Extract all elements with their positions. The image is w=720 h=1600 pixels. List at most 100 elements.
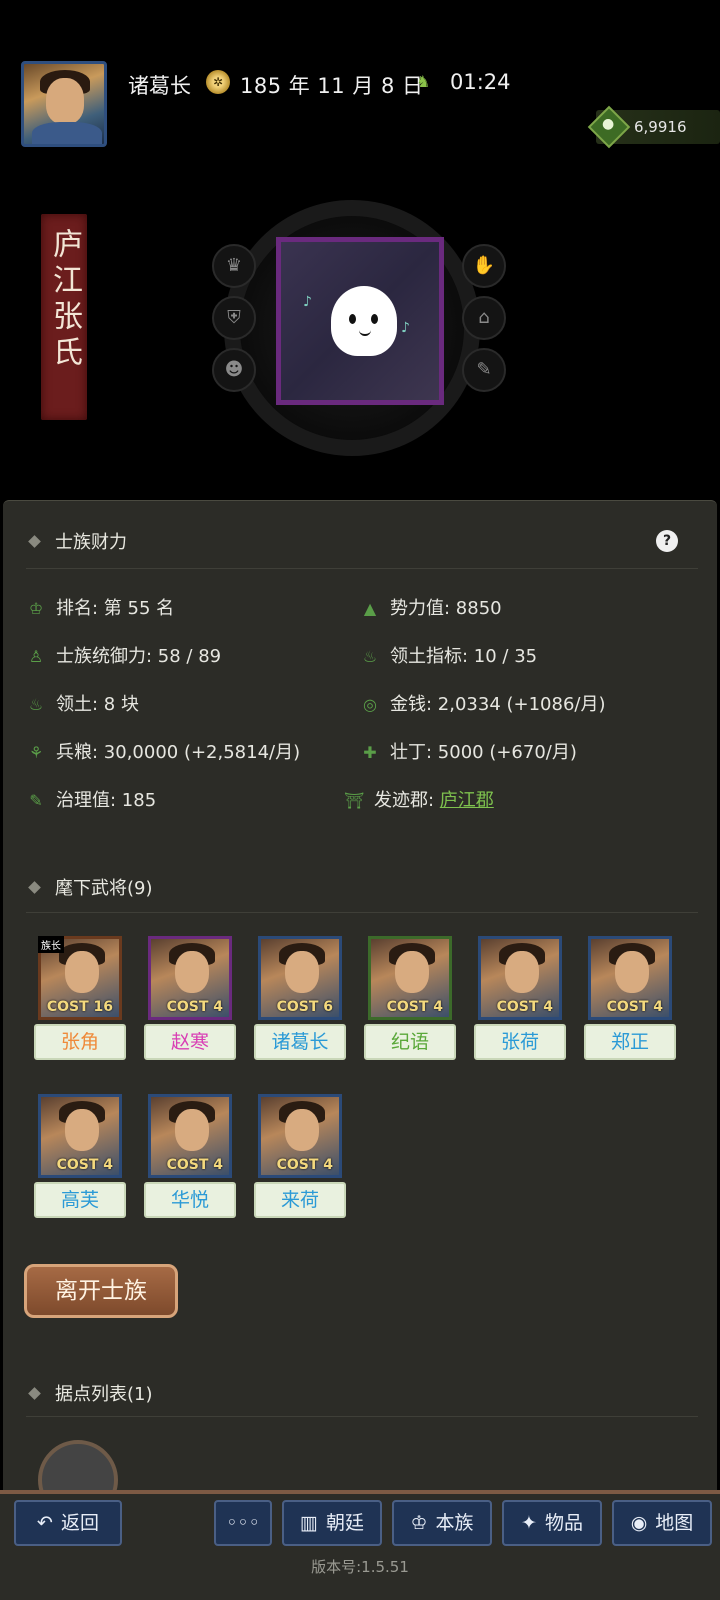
general-card[interactable]: COST 4 郑正 (584, 936, 676, 1060)
horse-icon: ♞ (416, 72, 431, 91)
general-name: 诸葛长 (254, 1024, 346, 1060)
general-cost: COST 4 (56, 1157, 113, 1173)
general-portrait: COST 4 (148, 1094, 232, 1178)
general-cost: COST 16 (46, 999, 113, 1015)
sparkle-icon: ♪ (303, 294, 312, 310)
general-cost: COST 4 (166, 1157, 223, 1173)
general-card[interactable]: COST 4 高芙 (34, 1094, 126, 1218)
clan-button[interactable]: ♔ 本族 (392, 1500, 492, 1546)
ghost-eye (349, 314, 356, 324)
portrait-face (285, 1109, 319, 1151)
general-cost: COST 4 (276, 1157, 333, 1173)
portrait-face (175, 951, 209, 993)
strongholds-section-title: 据点列表(1) (26, 1380, 153, 1406)
hand-seed-icon[interactable]: ✋ (462, 244, 506, 288)
money-bag-icon: ● (602, 116, 615, 132)
helmet-icon[interactable]: ⛨ (212, 296, 256, 340)
general-card[interactable]: COST 6 诸葛长 (254, 936, 346, 1060)
stat-power: ▲ 势力值: 8850 (360, 594, 502, 620)
portrait-face (175, 1109, 209, 1151)
general-portrait: COST 4 (148, 936, 232, 1020)
general-portrait: COST 4 (588, 936, 672, 1020)
stat-territory-index: ♨ 领土指标: 10 / 35 (360, 642, 537, 668)
stat-food: ⚘ 兵粮: 30,0000 (+2,5814/月) (26, 738, 300, 764)
game-date: 185 年 11 月 8 日 (240, 74, 424, 98)
land-icon: ♨ (362, 647, 378, 666)
general-cost: COST 6 (276, 999, 333, 1015)
more-button[interactable]: ◦◦◦ (214, 1500, 272, 1546)
general-card[interactable]: COST 4 纪语 (364, 936, 456, 1060)
divider (26, 568, 698, 569)
globe-icon: ◉ (630, 1512, 648, 1534)
stat-money: ◎ 金钱: 2,0334 (+1086/月) (360, 690, 605, 716)
crown-icon[interactable]: ♛ (212, 244, 256, 288)
currency-amount: 6,9916 (634, 118, 687, 136)
general-name: 张角 (34, 1024, 126, 1060)
general-cost: COST 4 (606, 999, 663, 1015)
general-name: 张荷 (474, 1024, 566, 1060)
currency-display[interactable]: ● 6,9916 (587, 105, 720, 149)
clan-name: 庐江张氏 (47, 228, 82, 372)
player-name: 诸葛长 (128, 74, 191, 98)
clan-icon: ♔ (410, 1512, 428, 1534)
mountain-icon: ▲ (363, 599, 377, 618)
calendar-coin-icon: ✲ (206, 70, 230, 94)
items-icon: ✦ (521, 1512, 537, 1534)
general-name: 纪语 (364, 1024, 456, 1060)
general-cost: COST 4 (166, 999, 223, 1015)
ghost-mouth (359, 330, 371, 336)
version-text: 版本号:1.5.51 (311, 1558, 409, 1576)
strongman-icon: ✚ (363, 743, 377, 762)
origin-link[interactable]: 庐江郡 (440, 790, 494, 811)
portrait-face (285, 951, 319, 993)
portrait-face (505, 951, 539, 993)
divider (26, 912, 698, 913)
general-portrait: COST 4 (38, 1094, 122, 1178)
sparkle-icon: ♪ (401, 320, 410, 336)
general-card[interactable]: COST 4 华悦 (144, 1094, 236, 1218)
stat-control: ♙ 士族统御力: 58 / 89 (26, 642, 221, 668)
coins-icon: ◎ (363, 695, 377, 714)
clan-emblem[interactable]: ♪ ♪ (276, 237, 444, 405)
general-card[interactable]: COST 4 赵寒 (144, 936, 236, 1060)
general-card[interactable]: COST 4 张荷 (474, 936, 566, 1060)
items-button[interactable]: ✦ 物品 (502, 1500, 602, 1546)
graduation-cap-icon[interactable]: ✎ (462, 348, 506, 392)
general-card[interactable]: COST 16 族长张角 (34, 936, 126, 1060)
back-arrow-icon: ↶ (37, 1512, 53, 1534)
leave-clan-button[interactable]: 离开士族 (24, 1264, 178, 1318)
leader-badge: 族长 (38, 936, 64, 953)
general-portrait: COST 4 (368, 936, 452, 1020)
portrait-face (615, 951, 649, 993)
portrait-face (395, 951, 429, 993)
avatar-face (46, 78, 84, 124)
general-portrait: COST 6 (258, 936, 342, 1020)
map-button[interactable]: ◉ 地图 (612, 1500, 712, 1546)
ghost-eye (371, 314, 378, 324)
general-portrait: COST 4 (478, 936, 562, 1020)
player-avatar[interactable] (21, 61, 107, 147)
avatar-body (32, 122, 102, 144)
portrait-face (65, 951, 99, 993)
grain-icon: ⚘ (28, 743, 44, 762)
scroll-icon: ✎ (29, 791, 43, 810)
mask-icon[interactable]: ☻ (212, 348, 256, 392)
portrait-face (65, 1109, 99, 1151)
general-name: 来荷 (254, 1182, 346, 1218)
clan-banner: 庐江张氏 (41, 214, 87, 420)
game-time: 01:24 (450, 70, 511, 94)
land-icon: ♨ (28, 695, 44, 714)
stat-origin: ⛩ 发迹郡: 庐江郡 (344, 790, 494, 811)
wealth-section-title: 士族财力 (26, 528, 127, 554)
stat-territory: ♨ 领土: 8 块 (26, 690, 139, 716)
general-cost: COST 4 (496, 999, 553, 1015)
person-icon: ♙ (28, 647, 44, 666)
general-name: 赵寒 (144, 1024, 236, 1060)
hat-icon[interactable]: ⌂ (462, 296, 506, 340)
general-card[interactable]: COST 4 来荷 (254, 1094, 346, 1218)
help-button[interactable]: ? (656, 530, 678, 552)
stat-manpower: ✚ 壮丁: 5000 (+670/月) (360, 738, 577, 764)
back-button[interactable]: ↶ 返回 (14, 1500, 122, 1546)
generals-section-title: 麾下武将(9) (26, 874, 153, 900)
court-button[interactable]: ▥ 朝廷 (282, 1500, 382, 1546)
